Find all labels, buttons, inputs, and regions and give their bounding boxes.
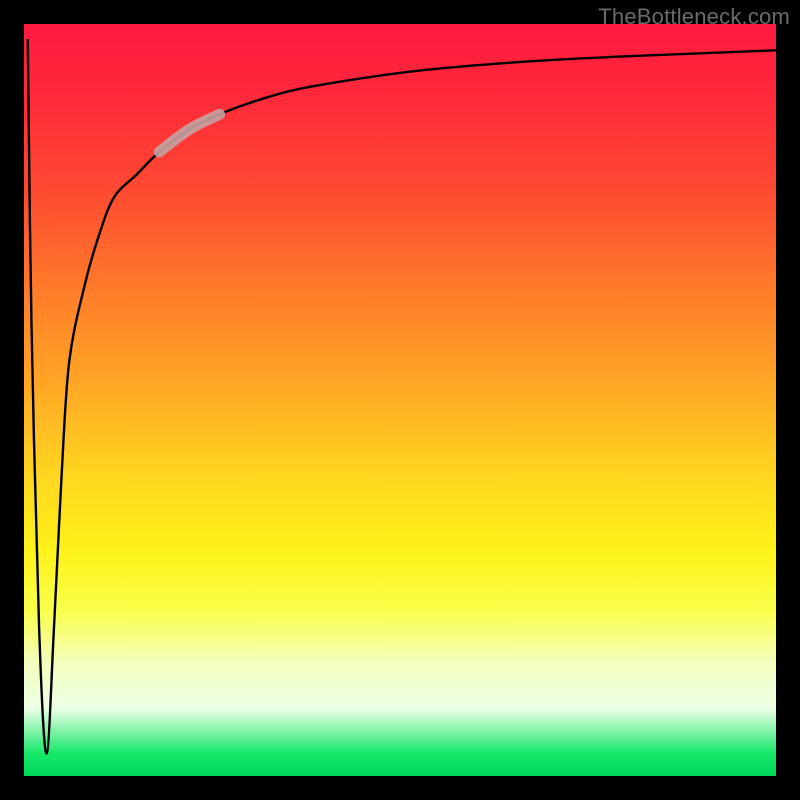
chart-plot-area [24, 24, 776, 776]
chart-frame: TheBottleneck.com [0, 0, 800, 800]
chart-curve-svg [24, 24, 776, 776]
watermark-text: TheBottleneck.com [598, 4, 790, 30]
chart-curve [28, 39, 776, 753]
chart-curve-highlight [159, 114, 219, 152]
